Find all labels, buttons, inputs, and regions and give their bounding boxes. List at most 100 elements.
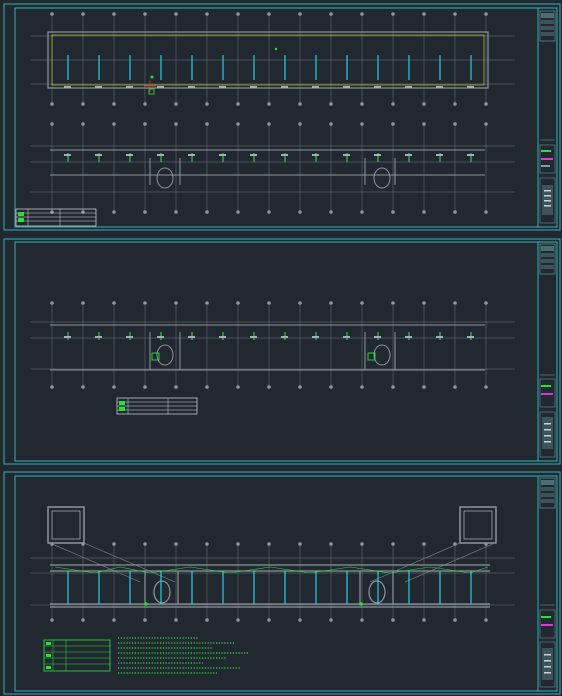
- legend-table[interactable]: [43, 639, 111, 672]
- axis-bubble-circle: [329, 122, 333, 126]
- fixture-tag: [436, 86, 443, 88]
- axis-bubble-circle: [422, 301, 426, 305]
- drawing-sheet-2[interactable]: [0, 237, 562, 467]
- sheet-3-canvas[interactable]: [0, 470, 562, 696]
- axis-bubble-circle: [422, 618, 426, 622]
- axis-bubble-circle: [236, 301, 240, 305]
- axis-bubble-circle: [174, 122, 178, 126]
- axis-bubble-circle: [267, 210, 271, 214]
- axis-bubble-circle: [50, 122, 54, 126]
- axis-bubble-circle: [360, 12, 364, 16]
- drawing-sheet-1[interactable]: [0, 0, 562, 234]
- axis-bubble-circle: [205, 301, 209, 305]
- selection-marker[interactable]: [144, 602, 148, 606]
- axis-bubble-circle: [298, 12, 302, 16]
- axis-bubble-circle: [143, 122, 147, 126]
- fixture-tag: [374, 86, 381, 88]
- building-walls[interactable]: [50, 324, 485, 371]
- axis-bubble-circle: [391, 301, 395, 305]
- fixture-tag: [436, 336, 443, 338]
- lower-building-walls[interactable]: [50, 149, 485, 189]
- axis-bubble-circle: [174, 385, 178, 389]
- green-zigzag-line[interactable]: [54, 566, 489, 574]
- axis-bubble-circle: [391, 122, 395, 126]
- axis-bubble-circle: [484, 542, 488, 546]
- axis-bubble-circle: [112, 618, 116, 622]
- axis-bubble-circle: [267, 122, 271, 126]
- axis-bubble-circle: [329, 12, 333, 16]
- axis-bubble-circle: [329, 210, 333, 214]
- fixture-tag: [64, 86, 71, 88]
- axis-bubble-circle: [205, 618, 209, 622]
- fixture-tag: [188, 86, 195, 88]
- axis-bubble-circle: [112, 301, 116, 305]
- axis-bubble-circle: [422, 102, 426, 106]
- axis-bubble-circle: [81, 102, 85, 106]
- axis-bubble-circle: [484, 12, 488, 16]
- axis-bubble-circle: [484, 301, 488, 305]
- axis-bubble-circle: [298, 102, 302, 106]
- axis-bubble-circle: [236, 122, 240, 126]
- axis-bubble-circle: [298, 618, 302, 622]
- axis-bubble-circle: [174, 210, 178, 214]
- axis-bubble-circle: [391, 542, 395, 546]
- sheet-2-canvas[interactable]: [0, 237, 562, 467]
- axis-bubble-circle: [50, 12, 54, 16]
- axis-bubble-circle: [453, 210, 457, 214]
- axis-bubble-circle: [329, 542, 333, 546]
- axis-bubble-circle: [50, 102, 54, 106]
- axis-bubble-circle: [298, 542, 302, 546]
- axis-bubble-circle: [391, 618, 395, 622]
- legend-table[interactable]: [116, 397, 198, 415]
- axis-bubble-circle: [484, 385, 488, 389]
- selection-marker[interactable]: [359, 602, 363, 606]
- axis-bubble-circle: [236, 210, 240, 214]
- axis-bubble-circle: [143, 301, 147, 305]
- fixture-tag: [343, 154, 350, 156]
- fixture-tag: [281, 154, 288, 156]
- axis-bubble-circle: [329, 102, 333, 106]
- fixture-tag: [312, 154, 319, 156]
- sheet-1-canvas[interactable]: [0, 0, 562, 234]
- axis-bubble-circle: [236, 618, 240, 622]
- axis-bubble-circle: [453, 12, 457, 16]
- axis-bubble-circle: [422, 122, 426, 126]
- axis-bubble-circle: [391, 102, 395, 106]
- fixture-tag: [219, 86, 226, 88]
- axis-bubble-circle: [81, 122, 85, 126]
- fixture-tag: [95, 336, 102, 338]
- axis-bubble-circle: [360, 210, 364, 214]
- axis-bubble-circle: [484, 210, 488, 214]
- axis-bubble-circle: [174, 301, 178, 305]
- axis-bubble-circle: [112, 385, 116, 389]
- axis-bubble-circle: [267, 102, 271, 106]
- axis-bubble-circle: [453, 102, 457, 106]
- sheet-outer-frame: [3, 471, 561, 695]
- axis-bubble-circle: [81, 385, 85, 389]
- axis-bubble-circle: [174, 102, 178, 106]
- axis-bubble-circle: [112, 210, 116, 214]
- plan-fixtures[interactable]: [67, 571, 472, 604]
- drawing-sheet-3[interactable]: [0, 470, 562, 696]
- axis-bubble-circle: [360, 301, 364, 305]
- fixture-tag: [312, 336, 319, 338]
- plan-axes: [30, 321, 515, 370]
- title-block-panel[interactable]: [537, 476, 556, 691]
- fixture-tag: [188, 336, 195, 338]
- axis-bubble-circle: [267, 618, 271, 622]
- fixture-tag: [188, 154, 195, 156]
- plan-column-axes: [50, 301, 488, 389]
- axis-bubble-circle: [112, 102, 116, 106]
- axis-bubble-circle: [205, 385, 209, 389]
- title-block-panel[interactable]: [537, 8, 556, 227]
- fixture-tag: [157, 86, 164, 88]
- fixture-tag: [343, 336, 350, 338]
- axis-bubble-circle: [298, 301, 302, 305]
- axis-bubble-circle: [453, 385, 457, 389]
- axis-bubble-circle: [484, 122, 488, 126]
- axis-bubble-circle: [205, 122, 209, 126]
- fixture-tag: [95, 86, 102, 88]
- axis-bubble-circle: [298, 210, 302, 214]
- axis-bubble-circle: [143, 102, 147, 106]
- title-block-panel[interactable]: [537, 242, 556, 461]
